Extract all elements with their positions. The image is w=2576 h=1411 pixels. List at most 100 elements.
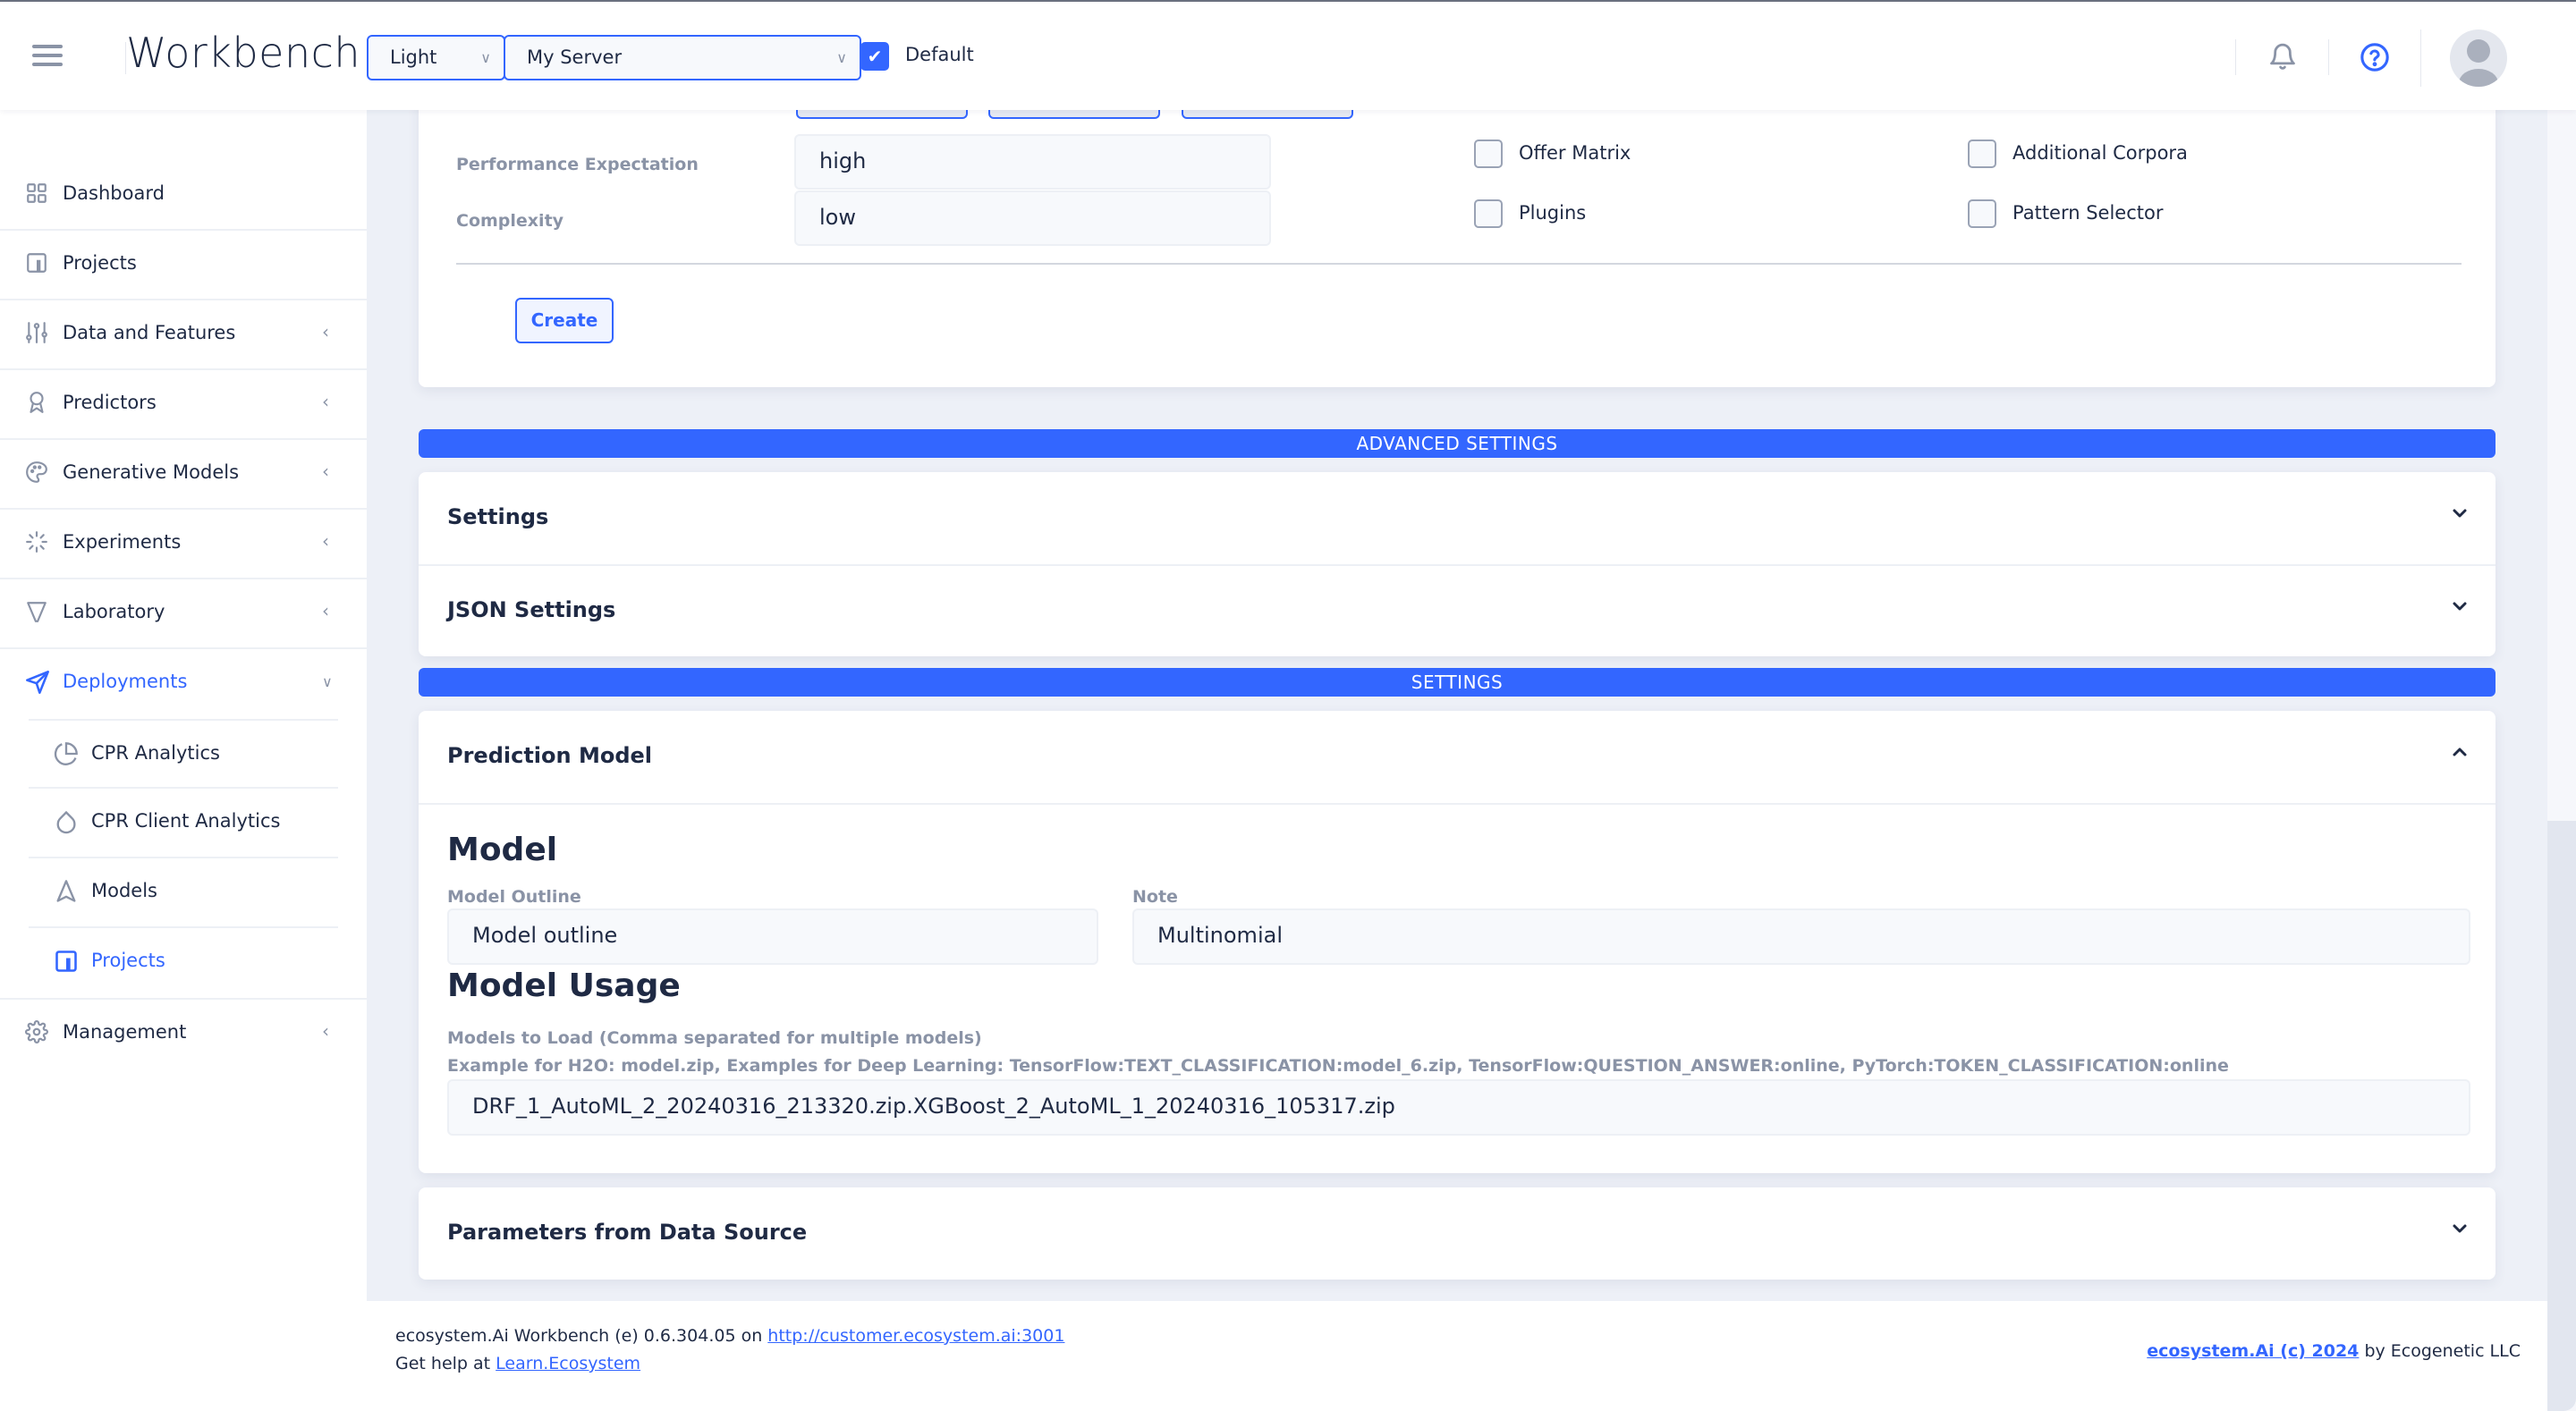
- menu-icon[interactable]: [32, 45, 64, 70]
- chevron-down-icon: [2449, 503, 2470, 524]
- scrollbar-thumb[interactable]: [2547, 821, 2576, 1411]
- complexity-label: Complexity: [456, 211, 564, 231]
- default-checkbox-label: Default: [905, 44, 974, 65]
- create-form-card: Performance Expectation high Complexity …: [419, 92, 2496, 387]
- note-label: Note: [1132, 887, 1178, 907]
- sidebar-item-data-and-features[interactable]: Data and Features ‹: [0, 300, 367, 370]
- prediction-model-card: Prediction Model Model Model Outline Mod…: [419, 711, 2496, 1173]
- sidebar-item-label: Predictors: [63, 392, 157, 413]
- pie-chart-icon: [54, 741, 79, 766]
- offer-matrix-checkbox[interactable]: [1474, 139, 1503, 168]
- sidebar-item-label: Deployments: [63, 671, 188, 692]
- plugins-label: Plugins: [1519, 202, 1587, 224]
- note-input[interactable]: Multinomial: [1132, 908, 2470, 965]
- sidebar-subitem-models[interactable]: Models: [29, 858, 338, 928]
- sidebar-item-dashboard[interactable]: Dashboard: [0, 161, 367, 231]
- avatar[interactable]: [2450, 30, 2507, 87]
- parameters-card: Parameters from Data Source: [419, 1187, 2496, 1280]
- award-icon: [25, 391, 50, 416]
- gear-icon: [25, 1020, 50, 1045]
- advanced-settings-card: Settings JSON Settings: [419, 472, 2496, 656]
- sidebar-item-laboratory[interactable]: Laboratory ‹: [0, 579, 367, 649]
- chevron-down-icon: ∨: [322, 673, 333, 690]
- chevron-left-icon: ‹: [322, 391, 329, 412]
- sidebar-item-label: Projects: [63, 252, 137, 274]
- bell-icon[interactable]: [2267, 41, 2298, 73]
- help-icon[interactable]: [2360, 41, 2390, 73]
- model-outline-input[interactable]: Model outline: [447, 908, 1098, 965]
- sidebar-item-label: Generative Models: [63, 461, 240, 483]
- footer-help-line: Get help at Learn.Ecosystem: [395, 1354, 640, 1373]
- pattern-selector-checkbox[interactable]: [1968, 199, 1996, 228]
- sidebar-subitem-projects[interactable]: Projects: [29, 928, 338, 998]
- learn-ecosystem-link[interactable]: Learn.Ecosystem: [496, 1354, 640, 1373]
- server-select[interactable]: My Server ∨: [504, 35, 861, 80]
- sidebar-item-projects[interactable]: Projects: [0, 231, 367, 300]
- chevron-left-icon: ‹: [322, 600, 329, 621]
- footer-copyright: ecosystem.Ai (c) 2024 by Ecogenetic LLC: [2147, 1341, 2521, 1361]
- settings-accordion-header[interactable]: Settings: [419, 472, 2496, 564]
- server-link[interactable]: http://customer.ecosystem.ai:3001: [767, 1326, 1064, 1346]
- chevron-up-icon: [2449, 741, 2470, 763]
- performance-expectation-input[interactable]: high: [794, 134, 1271, 190]
- send-icon: [25, 670, 50, 695]
- chevron-down-icon: ∨: [480, 49, 491, 66]
- chevron-left-icon: ‹: [322, 460, 329, 482]
- help-text: Get help at: [395, 1354, 491, 1373]
- sidebar-subitem-cpr-analytics[interactable]: CPR Analytics: [29, 719, 338, 789]
- filter-icon: [25, 600, 50, 625]
- plugins-checkbox[interactable]: [1474, 199, 1503, 228]
- chevron-down-icon: ∨: [836, 49, 847, 66]
- chevron-left-icon: ‹: [322, 321, 329, 342]
- json-settings-accordion-header[interactable]: JSON Settings: [419, 565, 2496, 657]
- header-divider: [2420, 30, 2421, 87]
- sidebar-item-label: CPR Client Analytics: [91, 810, 281, 832]
- copyright-suffix: by Ecogenetic LLC: [2364, 1341, 2521, 1361]
- create-button[interactable]: Create: [515, 298, 614, 343]
- chevron-down-icon: [2449, 596, 2470, 617]
- copyright-link[interactable]: ecosystem.Ai (c) 2024: [2147, 1341, 2359, 1361]
- accordion-title: Settings: [447, 504, 549, 529]
- prediction-model-accordion-header[interactable]: Prediction Model: [419, 711, 2496, 803]
- sidebar-item-management[interactable]: Management ‹: [0, 998, 367, 1068]
- sidebar-item-label: Experiments: [63, 531, 182, 553]
- theme-select-value: Light: [390, 46, 437, 68]
- chevron-down-icon: [2449, 1218, 2470, 1239]
- footer-version-line: ecosystem.Ai Workbench (e) 0.6.304.05 on…: [395, 1326, 1064, 1346]
- projects-icon: [25, 251, 50, 276]
- default-checkbox[interactable]: ✔: [860, 42, 889, 71]
- performance-expectation-label: Performance Expectation: [456, 155, 699, 174]
- app-title: Workbench: [126, 29, 361, 77]
- accordion-title: JSON Settings: [447, 597, 616, 622]
- models-to-load-hint: Example for H2O: model.zip, Examples for…: [447, 1056, 2229, 1076]
- accordion-title: Prediction Model: [447, 743, 653, 768]
- dashboard-grid-icon: [25, 182, 50, 207]
- model-usage-heading: Model Usage: [447, 967, 681, 1004]
- sidebar-item-predictors[interactable]: Predictors ‹: [0, 370, 367, 440]
- additional-corpora-checkbox[interactable]: [1968, 139, 1996, 168]
- sidebar-item-label: Laboratory: [63, 601, 165, 622]
- sidebar-item-label: Models: [91, 880, 157, 901]
- theme-select[interactable]: Light ∨: [367, 35, 505, 80]
- version-text: ecosystem.Ai Workbench (e) 0.6.304.05 on: [395, 1326, 763, 1346]
- chevron-left-icon: ‹: [322, 530, 329, 552]
- accordion-divider: [419, 803, 2496, 805]
- sidebar-item-deployments[interactable]: Deployments ∨: [0, 649, 367, 719]
- server-select-value: My Server: [527, 46, 623, 68]
- projects-icon: [54, 949, 79, 974]
- additional-corpora-label: Additional Corpora: [2012, 142, 2188, 164]
- palette-icon: [25, 460, 50, 486]
- footer: ecosystem.Ai Workbench (e) 0.6.304.05 on…: [367, 1301, 2549, 1411]
- sidebar-item-generative-models[interactable]: Generative Models ‹: [0, 440, 367, 510]
- complexity-input[interactable]: low: [794, 190, 1271, 246]
- sidebar-subitem-cpr-client-analytics[interactable]: CPR Client Analytics: [29, 789, 338, 858]
- parameters-from-data-source-accordion-header[interactable]: Parameters from Data Source: [419, 1187, 2496, 1280]
- models-to-load-input[interactable]: DRF_1_AutoML_2_20240316_213320.zip.XGBoo…: [447, 1079, 2470, 1136]
- user-avatar-icon: [2459, 39, 2498, 87]
- check-icon: ✔: [867, 46, 883, 67]
- header-divider: [2235, 39, 2236, 75]
- sidebar-item-experiments[interactable]: Experiments ‹: [0, 510, 367, 579]
- sidebar-item-label: Management: [63, 1021, 187, 1043]
- sidebar: Dashboard Projects Data and Features ‹ P…: [0, 110, 367, 1411]
- header-divider: [2328, 39, 2329, 75]
